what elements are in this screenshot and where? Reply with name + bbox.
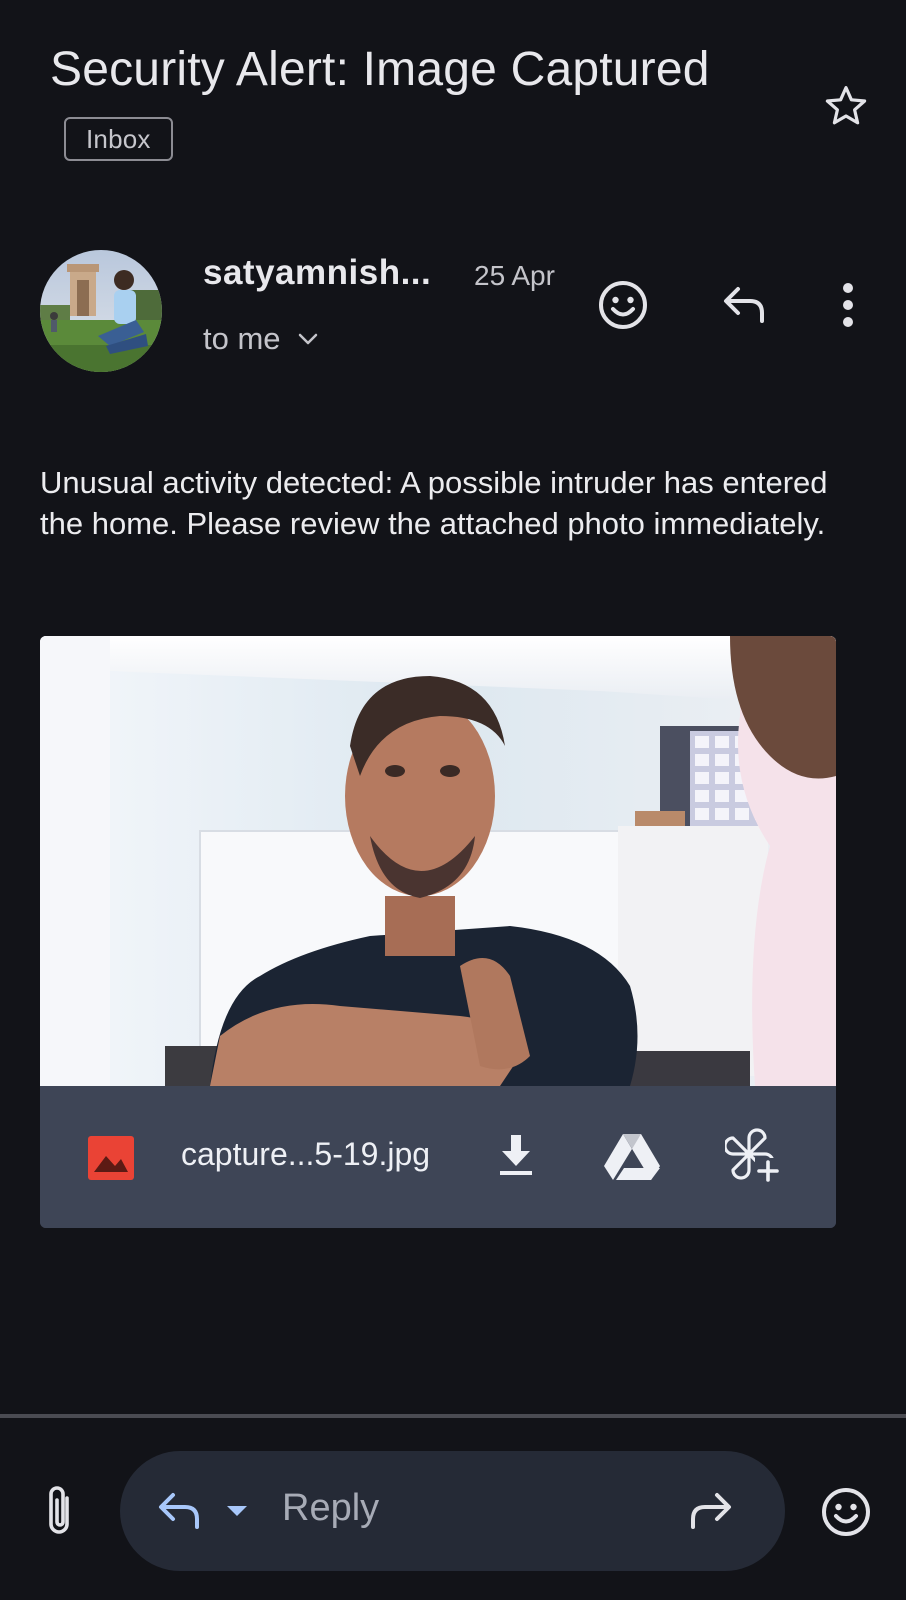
- sender-name[interactable]: satyamnish...: [203, 253, 431, 293]
- smiley-icon: [599, 281, 647, 329]
- reply-compose-field[interactable]: Reply: [120, 1451, 785, 1571]
- paperclip-icon: [49, 1486, 69, 1534]
- star-icon: [825, 86, 867, 125]
- add-reaction-button[interactable]: [593, 275, 653, 335]
- drive-icon: [604, 1134, 660, 1180]
- attachment-file-name[interactable]: capture...5-19.jpg: [181, 1136, 430, 1173]
- compose-divider: [0, 1414, 906, 1418]
- add-to-photos-icon: [725, 1128, 781, 1184]
- reply-mode-dropdown[interactable]: [220, 1496, 254, 1526]
- sender-avatar[interactable]: [40, 250, 162, 372]
- attach-button[interactable]: [34, 1480, 84, 1544]
- reply-placeholder: Reply: [282, 1487, 380, 1529]
- reply-icon: [724, 287, 764, 323]
- forward-icon: [691, 1493, 731, 1529]
- inbox-label-chip[interactable]: Inbox: [64, 117, 173, 162]
- smiley-icon: [822, 1488, 870, 1536]
- reply-icon: [159, 1493, 199, 1529]
- emoji-button[interactable]: [816, 1480, 876, 1544]
- more-options-button[interactable]: [828, 275, 868, 335]
- download-button[interactable]: [488, 1126, 544, 1186]
- reply-mode-button[interactable]: [150, 1481, 210, 1541]
- recipient-label: to me: [203, 321, 281, 356]
- download-icon: [500, 1135, 532, 1175]
- attachment-card[interactable]: capture...5-19.jpg: [40, 636, 836, 1228]
- attachment-preview-image[interactable]: [40, 636, 836, 1086]
- email-subject: Security Alert: Image Captured Inbox: [50, 34, 770, 178]
- subject-text: Security Alert: Image Captured: [50, 43, 710, 96]
- reply-button[interactable]: [715, 275, 775, 335]
- recipient-details-toggle[interactable]: to me: [203, 321, 319, 357]
- add-to-photos-button[interactable]: [724, 1126, 784, 1186]
- captured-photo: [40, 636, 836, 1086]
- star-button[interactable]: [820, 80, 872, 132]
- more-vert-icon: [843, 283, 853, 327]
- save-to-drive-button[interactable]: [602, 1126, 662, 1186]
- image-file-icon: [88, 1136, 134, 1180]
- email-date: 25 Apr: [474, 260, 555, 291]
- forward-button[interactable]: [680, 1481, 740, 1541]
- email-body: Unusual activity detected: A possible in…: [40, 465, 828, 541]
- avatar-photo: [40, 250, 162, 372]
- caret-down-icon: [227, 1506, 247, 1516]
- chevron-down-icon: [298, 333, 317, 345]
- attachment-bar: capture...5-19.jpg: [40, 1086, 836, 1228]
